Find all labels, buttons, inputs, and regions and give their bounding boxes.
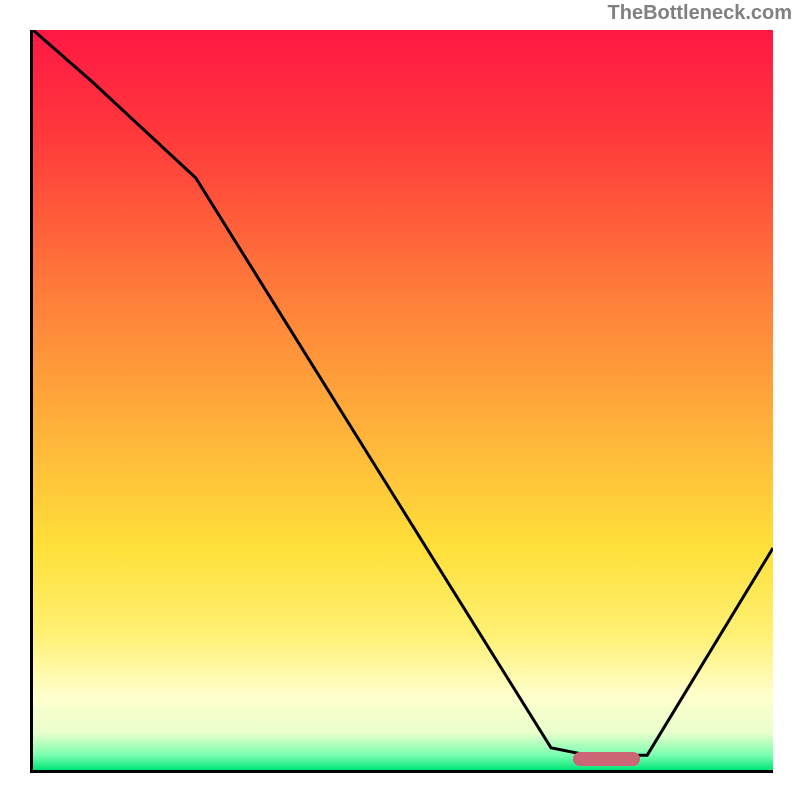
chart-plot-area [30,30,773,773]
curve-line [33,30,773,770]
optimal-range-marker [573,752,640,766]
watermark-text: TheBottleneck.com [608,2,792,25]
